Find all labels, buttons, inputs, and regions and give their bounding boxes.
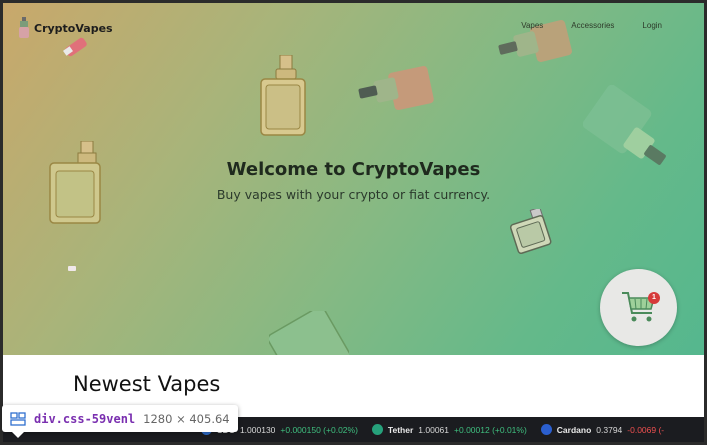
hero-subtitle: Buy vapes with your crypto or fiat curre… — [216, 187, 491, 202]
element-dimensions: 1280 × 405.64 — [143, 411, 230, 426]
ticker-change: +0.00012 (+0.01%) — [454, 424, 527, 435]
vape-mod-illustration — [260, 55, 306, 136]
ticker-change: +0.000150 (+0.02%) — [280, 424, 358, 435]
brand-name: CryptoVapes — [34, 21, 113, 35]
cart-button[interactable]: 1 — [600, 269, 677, 346]
tether-coin-icon — [371, 424, 383, 435]
section-title: Newest Vapes — [73, 372, 221, 396]
grid-layout-icon — [10, 411, 26, 426]
vape-mod-illustration — [49, 141, 101, 224]
ticker-item[interactable]: Cardano 0.3794 -0.0069 (- — [540, 424, 665, 435]
ticker-coin-name: Cardano — [556, 424, 592, 435]
devtools-element-tooltip: div.css-59venl 1280 × 405.64 — [2, 405, 238, 432]
cardano-coin-icon — [540, 424, 552, 435]
ticker-item[interactable]: Tether 1.00061 +0.00012 (+0.01%) — [371, 424, 527, 435]
nav-link-login[interactable]: Login — [642, 21, 662, 30]
vape-mod-illustration — [509, 209, 552, 255]
browser-viewport: CryptoVapes Vapes Accessories Login Welc… — [3, 3, 704, 442]
nav-link-accessories[interactable]: Accessories — [571, 21, 614, 30]
element-selector: div.css-59venl — [34, 411, 136, 426]
e-liquid-bottle-illustration — [358, 66, 434, 110]
hero-banner: CryptoVapes Vapes Accessories Login Welc… — [3, 3, 704, 355]
cart-count-badge: 1 — [648, 292, 660, 304]
tooltip-arrow — [12, 432, 24, 438]
ticker-price: 1.000130 — [239, 424, 276, 435]
ticker-price: 1.00061 — [418, 424, 450, 435]
vape-mod-illustration — [269, 311, 349, 355]
hero-title: Welcome to CryptoVapes — [226, 159, 481, 180]
nav-link-vapes[interactable]: Vapes — [521, 21, 543, 30]
ticker-change: -0.0069 (- — [627, 424, 665, 435]
ticker-coin-name: Tether — [387, 424, 414, 435]
brand-logo-link[interactable]: CryptoVapes — [17, 17, 113, 39]
vape-pen-illustration — [63, 37, 87, 57]
top-nav: Vapes Accessories Login — [521, 21, 662, 30]
ticker-price: 0.3794 — [596, 424, 623, 435]
vape-pen-illustration — [68, 266, 76, 271]
vape-logo-icon — [19, 17, 29, 38]
